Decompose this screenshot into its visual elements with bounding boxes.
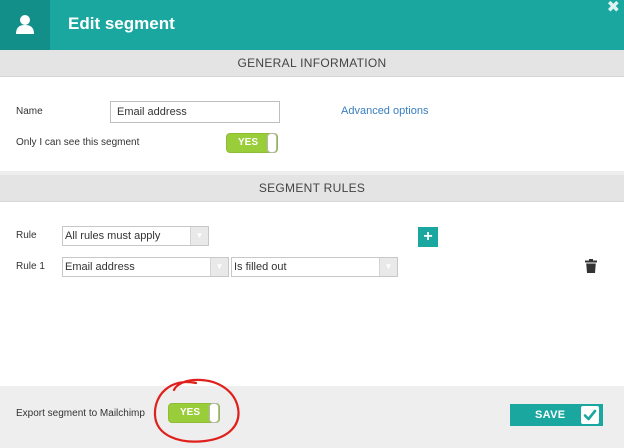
user-icon	[16, 15, 34, 34]
rule-1-label: Rule 1	[16, 261, 45, 272]
name-input[interactable]: Email address	[110, 101, 280, 123]
general-information-header: GENERAL INFORMATION	[0, 50, 624, 77]
save-button[interactable]: SAVE	[510, 404, 603, 426]
segment-rules-header: SEGMENT RULES	[0, 175, 624, 202]
chevron-down-icon: ▼	[210, 258, 228, 276]
private-segment-label: Only I can see this segment	[16, 137, 140, 148]
toggle-label: YES	[237, 137, 258, 148]
advanced-options-link[interactable]: Advanced options	[341, 105, 428, 117]
rule-mode-value: All rules must apply	[65, 230, 161, 242]
private-segment-toggle[interactable]: YES	[226, 133, 278, 153]
toggle-label: YES	[179, 407, 200, 418]
toggle-knob	[267, 133, 277, 153]
rule-1-operator-value: Is filled out	[234, 261, 287, 273]
avatar	[0, 0, 50, 50]
add-rule-button[interactable]: +	[418, 227, 438, 247]
trash-icon[interactable]	[585, 259, 597, 273]
export-mailchimp-toggle[interactable]: YES	[168, 403, 220, 423]
toggle-knob	[209, 403, 219, 423]
rule-1-operator-select[interactable]: Is filled out ▼	[231, 257, 398, 277]
chevron-down-icon: ▼	[190, 227, 208, 245]
chevron-down-icon: ▼	[379, 258, 397, 276]
dialog-title: Edit segment	[68, 14, 175, 33]
rule-1-field-select[interactable]: Email address ▼	[62, 257, 229, 277]
rule-1-field-value: Email address	[65, 261, 135, 273]
save-label: SAVE	[535, 409, 566, 421]
rule-mode-label: Rule	[16, 230, 37, 241]
close-icon[interactable]: ✖	[607, 0, 620, 16]
name-label: Name	[16, 106, 43, 117]
export-mailchimp-label: Export segment to Mailchimp	[16, 408, 145, 419]
rule-mode-select[interactable]: All rules must apply ▼	[62, 226, 209, 246]
check-icon	[581, 406, 599, 424]
dialog-header: Edit segment ✖	[0, 0, 624, 50]
